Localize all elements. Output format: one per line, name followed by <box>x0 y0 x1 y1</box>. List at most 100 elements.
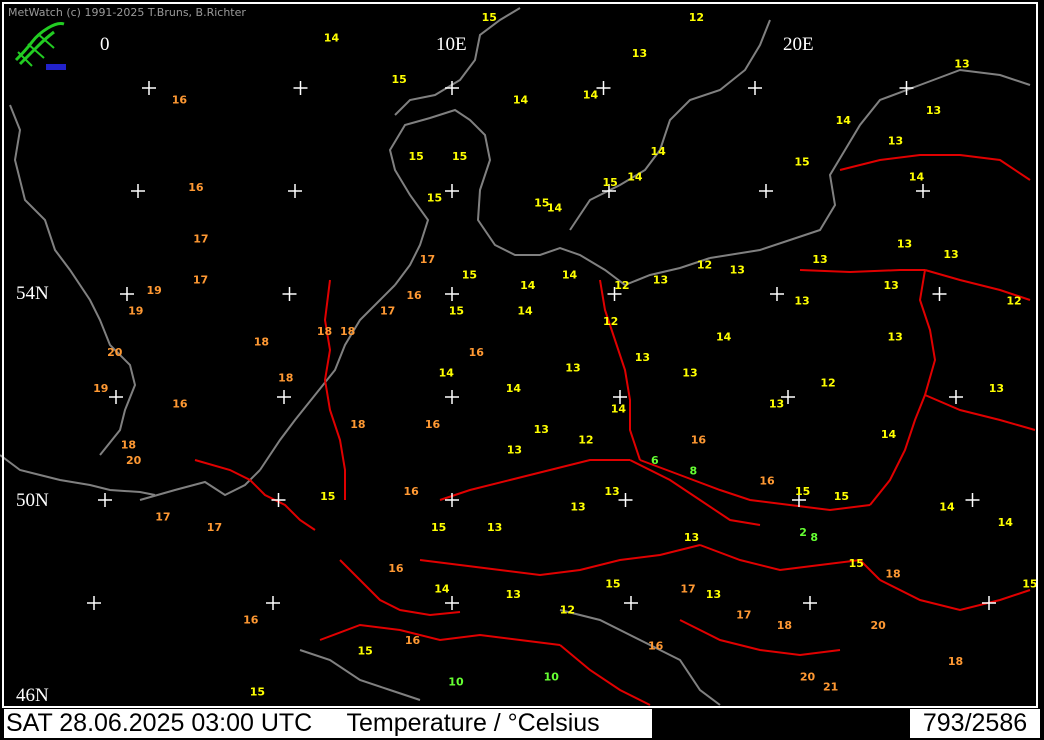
station-temperature: 13 <box>632 47 647 60</box>
station-temperature: 20 <box>107 346 123 359</box>
station-temperature: 15 <box>358 645 373 658</box>
station-temperature: 14 <box>627 171 643 184</box>
station-temperature: 13 <box>730 263 745 276</box>
station-temperature: 14 <box>434 583 450 596</box>
lon-label-0: 0 <box>100 34 110 55</box>
station-temperature: 15 <box>250 686 265 699</box>
station-temperature: 20 <box>126 454 142 467</box>
grid-cross <box>293 81 308 95</box>
station-temperature: 15 <box>431 521 446 534</box>
lat-label-54n: 54N <box>16 283 49 304</box>
station-temperature: 8 <box>810 531 818 544</box>
weather-map: 0 10E 20E 54N 50N 46N 16 16 17 17 19 19 20 19 18… <box>0 0 1044 740</box>
station-temperature: 13 <box>926 104 941 117</box>
station-temperature: 14 <box>881 428 897 441</box>
station-temperature: 13 <box>769 397 784 410</box>
station-temperature: 16 <box>759 475 775 488</box>
station-temperature: 15 <box>449 305 464 318</box>
station-temperature: 15 <box>1022 578 1037 591</box>
station-temperature: 16 <box>188 181 204 194</box>
coastline-baltic-east <box>709 68 1031 259</box>
station-temperature: 13 <box>682 366 697 379</box>
station-temperature: 16 <box>404 485 420 498</box>
station-temperature: 13 <box>884 279 899 292</box>
station-temperature: 13 <box>989 382 1004 395</box>
station-temperature: 14 <box>651 145 667 158</box>
station-temperature: 17 <box>155 511 170 524</box>
station-temperature: 14 <box>517 305 533 318</box>
station-temperature: 18 <box>278 372 293 385</box>
copyright-text: MetWatch (c) 1991-2025 T.Bruns, B.Richte… <box>8 6 246 19</box>
station-temperature: 18 <box>121 439 136 452</box>
station-temperature: 14 <box>324 32 340 45</box>
station-temperature: 17 <box>736 608 751 621</box>
station-temperature: 20 <box>800 670 816 683</box>
grid-cross <box>142 81 156 95</box>
station-temperature: 18 <box>777 619 792 632</box>
station-temperature: 2 <box>799 526 807 539</box>
station-temperature: 12 <box>603 315 618 328</box>
station-temperature: 14 <box>520 279 536 292</box>
station-temperature: 12 <box>820 377 835 390</box>
grid-cross <box>109 390 123 404</box>
station-temperature: 15 <box>427 191 442 204</box>
grid-cross <box>445 390 459 404</box>
station-temperature: 13 <box>570 500 585 513</box>
station-temperature: 13 <box>888 330 903 343</box>
station-temperature: 15 <box>534 196 549 209</box>
station-temperature: 17 <box>193 274 208 287</box>
station-temperature: 17 <box>680 583 695 596</box>
grid-cross <box>624 596 638 610</box>
station-temperature: 13 <box>506 588 521 601</box>
station-temperature: 17 <box>207 521 222 534</box>
border-balkans <box>559 644 651 706</box>
grid-cross <box>618 493 633 507</box>
station-temperature: 17 <box>420 253 435 266</box>
station-temperature: 16 <box>406 289 422 302</box>
station-temperature: 18 <box>885 567 900 580</box>
grid-cross <box>288 184 302 198</box>
station-count-label: 793/2586 <box>910 709 1040 738</box>
border-baltic-states <box>839 154 1031 181</box>
metwatch-logo-icon <box>12 20 70 74</box>
grid-cross <box>98 493 112 507</box>
parameter-label: Temperature / °Celsius <box>346 709 600 737</box>
station-temperature: 15 <box>392 73 407 86</box>
station-temperature: 14 <box>611 402 627 415</box>
station-temperature: 13 <box>812 253 827 266</box>
border-germany-poland <box>599 279 641 461</box>
station-temperature: 13 <box>706 588 721 601</box>
border-germany-west <box>323 279 346 500</box>
station-temperature: 12 <box>560 603 575 616</box>
station-temperature: 15 <box>795 485 810 498</box>
station-temperature: 18 <box>948 655 963 668</box>
station-temperature: 19 <box>147 284 162 297</box>
date-time-label: SAT 28.06.2025 03:00 UTC <box>6 709 313 737</box>
station-temperature: 14 <box>506 382 522 395</box>
station-temperature: 14 <box>583 88 599 101</box>
station-temperature: 15 <box>603 176 618 189</box>
station-temperature: 14 <box>909 171 925 184</box>
station-temperature: 13 <box>565 361 580 374</box>
station-temperature: 19 <box>93 382 108 395</box>
grid-cross <box>916 184 930 198</box>
station-temperature: 13 <box>954 57 969 70</box>
station-temperature: 15 <box>462 269 477 282</box>
station-temperature: 12 <box>614 279 629 292</box>
border-poland-east <box>869 269 937 506</box>
station-temperature: 12 <box>578 433 593 446</box>
station-temperature: 10 <box>544 670 560 683</box>
station-temperature: 18 <box>317 325 332 338</box>
station-temperature: 14 <box>716 330 732 343</box>
border-romania <box>879 579 1031 612</box>
station-temperature: 6 <box>651 454 659 467</box>
station-temperature: 16 <box>172 397 188 410</box>
station-temperature: 13 <box>487 521 502 534</box>
grid-cross <box>120 287 134 301</box>
station-temperature: 14 <box>513 93 529 106</box>
lon-label-20e: 20E <box>783 34 814 55</box>
station-temperature: 14 <box>939 500 955 513</box>
station-temperature: 16 <box>172 93 188 106</box>
grid-cross <box>266 596 280 610</box>
station-temperature: 15 <box>605 578 620 591</box>
